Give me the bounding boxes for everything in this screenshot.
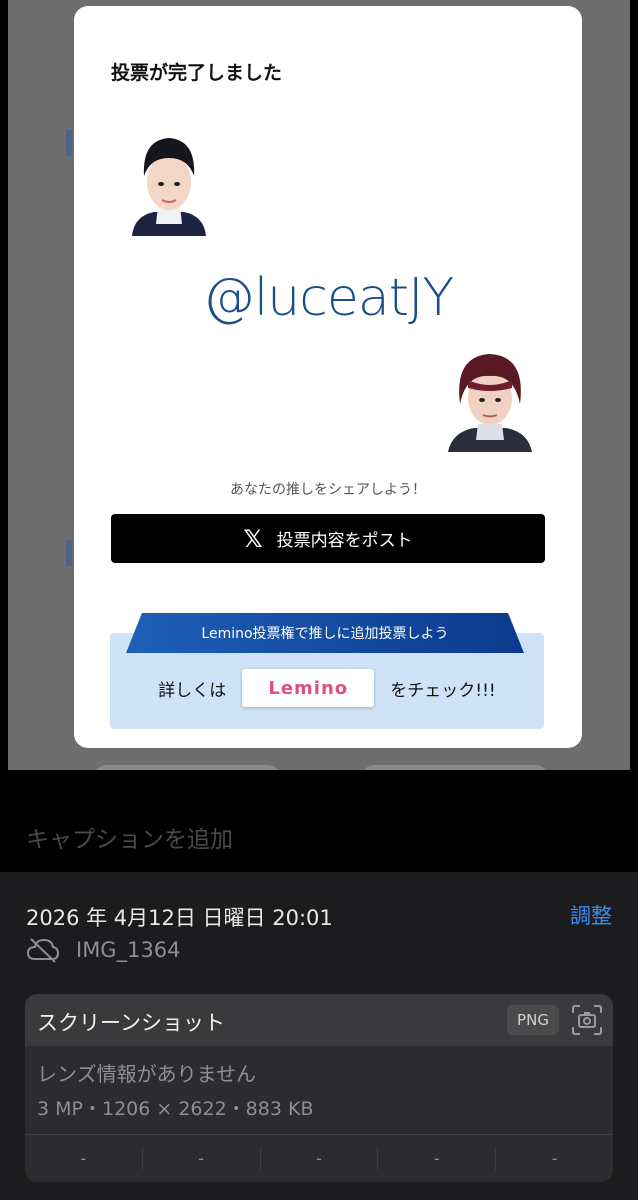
photo-datetime: 2026 年 4月12日 日曜日 20:01 — [26, 906, 333, 930]
file-name: IMG_1364 — [76, 938, 181, 962]
lemino-suffix-text: をチェック!!! — [390, 680, 496, 701]
camera-viewfinder-icon[interactable] — [571, 1004, 603, 1036]
caption-input[interactable]: キャプションを追加 — [26, 820, 233, 854]
member-portrait — [124, 124, 214, 236]
image-meta: 3 MP・1206 × 2622・883 KB — [37, 1098, 314, 1120]
account-handle: @luceatJY — [74, 268, 582, 328]
lens-info: レンズ情報がありません — [37, 1062, 256, 1086]
background-accent — [66, 540, 72, 566]
background-pill — [360, 765, 550, 770]
post-vote-button[interactable]: 𝕏 投票内容をポスト — [111, 514, 545, 563]
lemino-logo-button[interactable]: Lemino — [242, 669, 375, 707]
exif-cell: - — [25, 1147, 143, 1170]
lemino-prefix-text: 詳しくは — [158, 680, 227, 701]
member-portrait — [442, 344, 538, 452]
exif-cell: - — [378, 1147, 497, 1170]
vote-complete-modal: 投票が完了しました @luceatJY あなたの推しをシェアしよう！ 𝕏 投票内… — [74, 6, 582, 748]
x-logo-icon: 𝕏 — [243, 524, 263, 553]
background-accent — [66, 130, 72, 156]
capture-type-label: スクリーンショット — [37, 1011, 225, 1035]
metadata-card: スクリーンショット PNG レンズ情報がありません 3 MP・1206 × 26… — [25, 994, 613, 1182]
lemino-promo-row: 詳しくは Lemino をチェック!!! — [110, 668, 544, 708]
exif-cell: - — [143, 1147, 261, 1170]
metadata-card-header: スクリーンショット PNG — [25, 994, 613, 1046]
file-row: IMG_1364 — [26, 936, 181, 964]
background-pill — [92, 765, 282, 770]
screenshot-preview[interactable]: 投票が完了しました @luceatJY あなたの推しをシェアしよう！ 𝕏 投票内… — [8, 0, 630, 770]
cloud-off-icon — [26, 938, 60, 963]
exif-cell: - — [551, 1149, 558, 1168]
photo-info-panel: 2026 年 4月12日 日曜日 20:01 調整 IMG_1364 スクリーン… — [0, 872, 638, 1200]
share-prompt: あなたの推しをシェアしよう！ — [230, 482, 426, 498]
exif-row: - - - - - — [25, 1134, 613, 1182]
adjust-button[interactable]: 調整 — [570, 900, 612, 930]
lemino-promo-banner: Lemino投票権で推しに追加投票しよう — [126, 613, 524, 653]
exif-cell: - — [261, 1147, 379, 1170]
modal-title: 投票が完了しました — [111, 62, 283, 84]
format-badge: PNG — [507, 1005, 559, 1035]
post-button-label: 投票内容をポスト — [276, 531, 413, 551]
account-handle-text: @luceatJY — [202, 268, 454, 328]
